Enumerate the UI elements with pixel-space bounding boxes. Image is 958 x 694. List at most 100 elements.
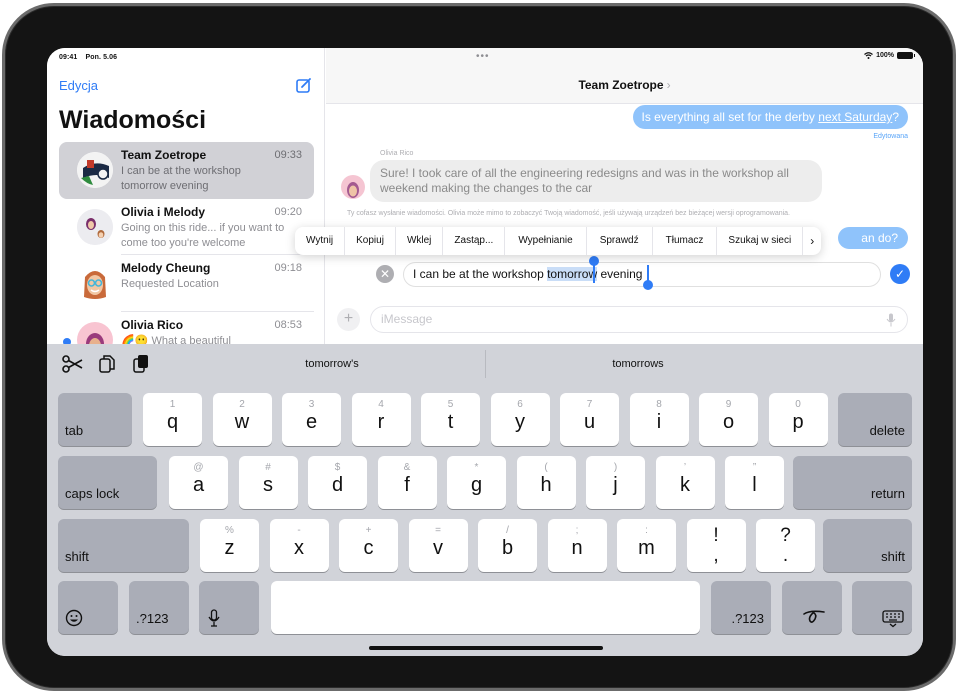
key-j[interactable]: ) j — [586, 456, 645, 509]
key-label: b — [501, 537, 514, 559]
shift-right-key[interactable]: shift — [823, 519, 912, 572]
conversation-preview: I can be at the workshop tomorrow evenin… — [121, 165, 241, 192]
imessage-input[interactable]: iMessage — [370, 306, 908, 333]
cut-scissors-icon[interactable] — [61, 352, 85, 376]
shift-left-key[interactable]: shift — [58, 519, 189, 572]
tab-key[interactable]: tab — [58, 393, 132, 446]
menu-item-search-web[interactable]: Szukaj w sieci — [717, 227, 804, 255]
outgoing-message[interactable]: Is everything all set for the derby next… — [632, 105, 908, 129]
key-label: .?123 — [731, 611, 764, 626]
key-hint: : — [645, 525, 648, 536]
dismiss-keyboard-key[interactable] — [852, 581, 912, 634]
compose-icon[interactable] — [295, 76, 313, 94]
key-r[interactable]: 4r — [351, 393, 411, 446]
delete-key[interactable]: delete — [838, 393, 912, 446]
caps-lock-key[interactable]: caps lock — [58, 456, 157, 509]
space-bar[interactable] — [271, 581, 700, 634]
conversation-name: Olivia Rico — [121, 318, 184, 332]
dictation-key[interactable] — [199, 581, 259, 634]
key-question-period[interactable]: ?. — [756, 519, 815, 572]
key-h[interactable]: (h — [516, 456, 576, 509]
incoming-message[interactable]: Sure! I took care of all the engineering… — [370, 160, 822, 202]
key-t[interactable]: 5t — [421, 393, 480, 446]
key-x[interactable]: -x — [269, 519, 329, 572]
key-label: .?123 — [136, 611, 169, 626]
menu-item-copy[interactable]: Kopiuj — [345, 227, 396, 255]
menu-item-translate[interactable]: Tłumacz — [653, 227, 718, 255]
key-d[interactable]: $ d — [308, 456, 367, 509]
key-hint: & — [403, 462, 411, 473]
copy-icon[interactable] — [95, 352, 119, 376]
key-label: t — [447, 411, 454, 433]
conversation-name: Melody Cheung — [121, 261, 211, 275]
key-label: f — [404, 474, 410, 496]
key-v[interactable]: = v — [408, 519, 468, 572]
multitasking-dots-icon[interactable]: ••• — [476, 51, 490, 62]
emoji-key[interactable] — [58, 581, 118, 634]
key-label: z — [224, 537, 235, 559]
key-n[interactable]: ; n — [547, 519, 607, 572]
date-link[interactable]: next Saturday — [818, 110, 892, 124]
menu-more-chevron-icon[interactable]: › — [803, 227, 821, 255]
menu-item-paste[interactable]: Wklej — [396, 227, 444, 255]
key-w[interactable]: 2w — [212, 393, 272, 446]
key-hint: 4 — [378, 399, 384, 410]
key-l[interactable]: ” l — [725, 456, 784, 509]
selected-text[interactable]: tomorrow — [547, 267, 598, 281]
handwriting-key[interactable] — [782, 581, 842, 634]
key-o[interactable]: 9o — [699, 393, 758, 446]
home-indicator[interactable] — [369, 646, 603, 650]
key-exclamation-comma[interactable]: !, — [686, 519, 746, 572]
key-f[interactable]: & f — [377, 456, 437, 509]
key-e[interactable]: 3e — [282, 393, 341, 446]
key-label: y — [515, 411, 525, 433]
key-q[interactable]: 1q — [143, 393, 202, 446]
conversation-item[interactable]: Melody Cheung 09:18 Requested Location — [59, 255, 314, 312]
edited-label[interactable]: Edytowana — [873, 133, 908, 140]
conversation-item[interactable]: Olivia i Melody 09:20 Going on this ride… — [59, 199, 314, 256]
microphone-icon — [208, 609, 220, 627]
key-u[interactable]: 7u — [560, 393, 619, 446]
edit-message-field[interactable]: I can be at the workshop tomorrow evenin… — [403, 262, 881, 287]
key-label: k — [680, 474, 690, 496]
key-b[interactable]: / b — [478, 519, 537, 572]
key-k[interactable]: ’ k — [655, 456, 715, 509]
key-m[interactable]: :m — [617, 519, 676, 572]
battery-icon — [897, 52, 915, 59]
key-label: v — [433, 537, 443, 559]
paste-icon[interactable] — [129, 352, 153, 376]
suggestion-1[interactable]: tomorrow's — [187, 352, 477, 376]
key-hint: 3 — [308, 399, 315, 410]
key-label: h — [540, 474, 552, 496]
key-hint: % — [225, 525, 234, 536]
add-apps-button[interactable]: + — [337, 308, 360, 331]
numbers-key-right[interactable]: .?123 — [711, 581, 771, 634]
suggestion-2[interactable]: tomorrows — [493, 352, 783, 376]
microphone-icon[interactable] — [886, 313, 896, 327]
key-g[interactable]: * g — [447, 456, 506, 509]
menu-item-autofill[interactable]: Wypełnianie — [505, 227, 587, 255]
menu-item-look-up[interactable]: Sprawdź — [587, 227, 653, 255]
ipad-frame: 09:41 Pon. 5.06 Edycja Wiadomości Team Z… — [2, 3, 956, 691]
confirm-edit-button[interactable]: ✓ — [890, 264, 910, 284]
key-p[interactable]: 0p — [768, 393, 828, 446]
outgoing-message[interactable]: an do? — [838, 227, 908, 249]
key-s[interactable]: # s — [238, 456, 298, 509]
return-key[interactable]: return — [793, 456, 912, 509]
conversation-title-button[interactable]: Team Zoetrope › — [326, 78, 923, 92]
conversation-item[interactable]: Team Zoetrope 09:33 I can be at the work… — [59, 142, 314, 199]
menu-item-cut[interactable]: Wytnij — [295, 227, 346, 255]
key-c[interactable]: + c — [339, 519, 398, 572]
edit-button[interactable]: Edycja — [59, 78, 98, 93]
battery-percent: 100% — [876, 52, 894, 59]
cancel-edit-button[interactable]: ✕ — [376, 265, 394, 283]
numbers-key-left[interactable]: .?123 — [129, 581, 189, 634]
key-hint: 6 — [517, 399, 523, 410]
key-z[interactable]: % z — [200, 519, 259, 572]
selection-end-handle[interactable] — [643, 280, 653, 290]
key-i[interactable]: 8i — [629, 393, 689, 446]
conversation-time: 08:53 — [274, 319, 302, 331]
key-a[interactable]: @ a — [169, 456, 228, 509]
menu-item-replace[interactable]: Zastąp... — [443, 227, 506, 255]
key-y[interactable]: 6y — [490, 393, 550, 446]
